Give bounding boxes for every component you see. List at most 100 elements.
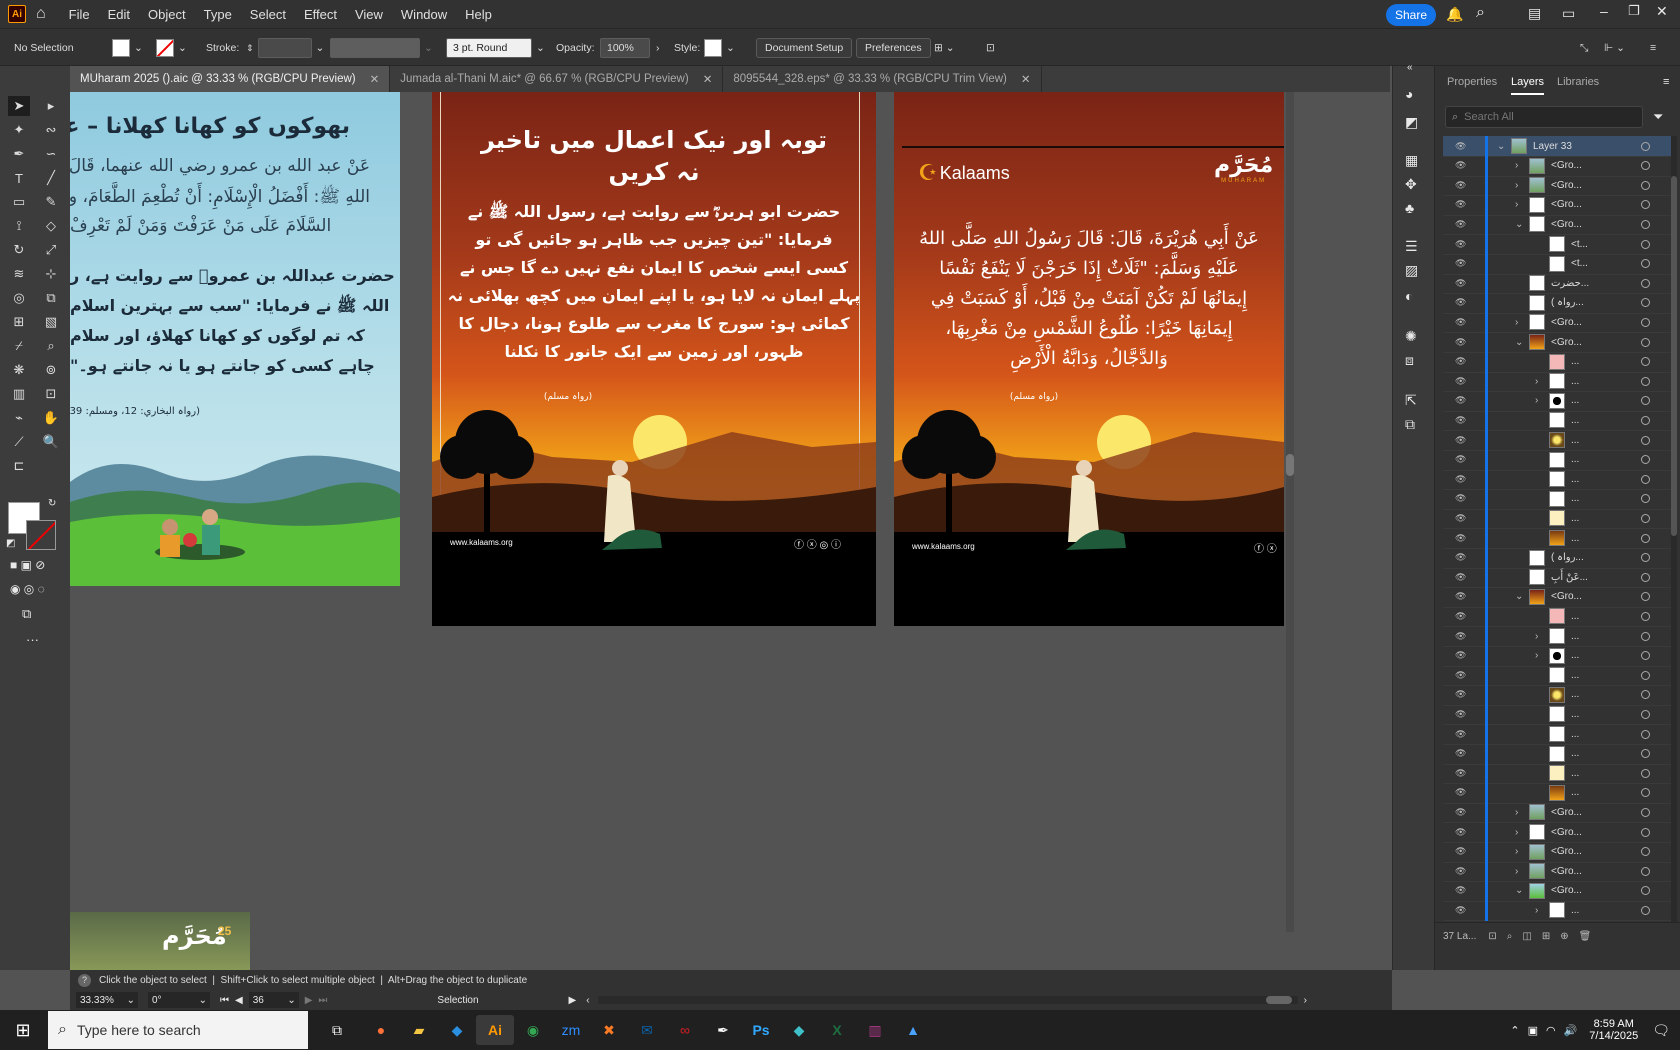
layer-row[interactable]: 👁 › <Gro...: [1443, 312, 1673, 334]
graph-tool-icon[interactable]: ▥: [8, 384, 30, 404]
xampp-icon[interactable]: ✖: [590, 1015, 628, 1045]
visibility-eye-icon[interactable]: 👁: [1455, 748, 1466, 759]
layer-row[interactable]: 👁 ›...: [1443, 390, 1673, 412]
visibility-eye-icon[interactable]: 👁: [1455, 297, 1466, 308]
photos-icon[interactable]: ▲: [894, 1015, 932, 1045]
visibility-eye-icon[interactable]: 👁: [1455, 807, 1466, 818]
layer-row[interactable]: 👁...: [1443, 665, 1673, 687]
rotate-tool-icon[interactable]: ↻: [8, 240, 30, 260]
photoshop-icon[interactable]: Ps: [742, 1015, 780, 1045]
tab-close-icon[interactable]: ✕: [703, 72, 713, 86]
layer-row[interactable]: 👁 <t...: [1443, 234, 1673, 255]
windows-start-icon[interactable]: ⊞: [4, 1015, 42, 1045]
filter-icon[interactable]: ⏷: [1653, 109, 1663, 125]
chevron-right-icon[interactable]: ›: [1515, 827, 1518, 838]
visibility-eye-icon[interactable]: 👁: [1455, 670, 1466, 681]
target-icon[interactable]: [1641, 200, 1650, 210]
chevron-down-icon[interactable]: ⌄: [1515, 591, 1523, 602]
stroke-panel-icon[interactable]: ☰: [1405, 238, 1418, 255]
layer-row[interactable]: 👁...: [1443, 743, 1673, 765]
target-icon[interactable]: [1641, 357, 1650, 367]
visibility-eye-icon[interactable]: 👁: [1455, 199, 1466, 210]
visibility-eye-icon[interactable]: 👁: [1455, 885, 1466, 896]
illustrator-taskbar-icon[interactable]: Ai: [476, 1015, 514, 1045]
paintbrush-tool-icon[interactable]: ✎: [40, 192, 62, 212]
target-icon[interactable]: [1641, 298, 1650, 308]
visibility-eye-icon[interactable]: 👁: [1455, 376, 1466, 387]
scroll-left-icon[interactable]: ‹: [586, 995, 589, 1006]
rotate-field[interactable]: 0° ⌄: [148, 992, 210, 1008]
chevron-right-icon[interactable]: ›: [1535, 376, 1538, 387]
visibility-eye-icon[interactable]: 👁: [1455, 533, 1466, 544]
more-tools-icon[interactable]: ···: [26, 632, 39, 647]
menu-view[interactable]: View: [346, 7, 392, 22]
layer-row[interactable]: 👁 ›...: [1443, 900, 1673, 922]
search-icon[interactable]: ⌕: [1476, 4, 1485, 22]
layer-row[interactable]: 👁 ⌄ <Gro...: [1443, 880, 1673, 902]
layers-scrollbar[interactable]: [1671, 136, 1677, 922]
arrange-icon[interactable]: ▤: [1528, 5, 1541, 22]
layer-search-input[interactable]: [1464, 111, 1625, 123]
target-icon[interactable]: [1641, 141, 1650, 151]
target-icon[interactable]: [1641, 278, 1650, 288]
target-icon[interactable]: [1641, 709, 1650, 719]
appearance-icon[interactable]: ◕: [1405, 86, 1413, 102]
visibility-eye-icon[interactable]: 👁: [1455, 317, 1466, 328]
symbols-icon[interactable]: ♣: [1405, 200, 1414, 216]
visibility-eye-icon[interactable]: 👁: [1455, 337, 1466, 348]
layer-row[interactable]: 👁 حضرت...: [1443, 273, 1673, 295]
target-icon[interactable]: [1641, 219, 1650, 229]
layer-search[interactable]: ⌕: [1445, 106, 1643, 128]
slice-tool-icon[interactable]: ⌁: [8, 408, 30, 428]
selection-tool-icon[interactable]: ➤: [8, 96, 30, 116]
visibility-eye-icon[interactable]: 👁: [1455, 141, 1466, 152]
layer-row[interactable]: 👁...: [1443, 449, 1673, 471]
layer-row[interactable]: 👁 ⌄ <Gro...: [1443, 586, 1673, 608]
prev-artboard-icon[interactable]: ◀: [235, 995, 243, 1006]
tab-muharam-2025[interactable]: MUharam 2025 ().aic @ 33.33 % (RGB/CPU P…: [70, 66, 391, 92]
visibility-eye-icon[interactable]: 👁: [1455, 258, 1466, 269]
menu-edit[interactable]: Edit: [99, 7, 139, 22]
visibility-eye-icon[interactable]: 👁: [1455, 787, 1466, 798]
visibility-eye-icon[interactable]: 👁: [1455, 160, 1466, 171]
target-icon[interactable]: [1641, 415, 1650, 425]
target-icon[interactable]: [1641, 494, 1650, 504]
target-icon[interactable]: [1641, 592, 1650, 602]
default-colors-icon[interactable]: ◩: [6, 538, 15, 549]
layer-row[interactable]: 👁 ⌄ <Gro...: [1443, 332, 1673, 353]
artboard-feeding-hungry[interactable]: بھوکوں کو کھانا کھلانا – عظیم عَنْ عبد ا…: [70, 92, 400, 586]
target-icon[interactable]: [1641, 768, 1650, 778]
knife-tool-icon[interactable]: ⟋: [8, 432, 30, 452]
target-icon[interactable]: [1641, 396, 1650, 406]
target-icon[interactable]: [1641, 435, 1650, 445]
visibility-eye-icon[interactable]: 👁: [1455, 729, 1466, 740]
target-icon[interactable]: [1641, 474, 1650, 484]
visibility-eye-icon[interactable]: 👁: [1455, 239, 1466, 250]
chevron-down-icon[interactable]: ⌄: [1497, 141, 1505, 152]
target-icon[interactable]: [1641, 847, 1650, 857]
free-transform-tool-icon[interactable]: ⊹: [40, 264, 62, 284]
layer-row[interactable]: 👁 › <Gro...: [1443, 194, 1673, 216]
stroke-weight-stepper[interactable]: ⇕ ⌄: [246, 38, 324, 58]
vertical-scrollbar[interactable]: [1286, 92, 1294, 932]
layer-row[interactable]: 👁 ⌄ <Gro...: [1443, 214, 1673, 236]
restore-icon[interactable]: ❐: [1628, 3, 1640, 19]
print-tiling-tool-icon[interactable]: ⊏: [8, 456, 30, 476]
visibility-eye-icon[interactable]: 👁: [1455, 591, 1466, 602]
tab-layers[interactable]: Layers: [1511, 76, 1545, 95]
vscode-icon[interactable]: ◆: [438, 1015, 476, 1045]
chevron-right-icon[interactable]: ›: [1515, 846, 1518, 857]
tab-8095544-eps[interactable]: 8095544_328.eps* @ 33.33 % (RGB/CPU Trim…: [723, 66, 1042, 92]
visibility-eye-icon[interactable]: 👁: [1455, 611, 1466, 622]
target-icon[interactable]: [1641, 239, 1650, 249]
home-icon[interactable]: ⌂: [36, 5, 46, 23]
target-icon[interactable]: [1641, 161, 1650, 171]
layer-row[interactable]: 👁...: [1443, 488, 1673, 510]
swatches-icon[interactable]: ▦: [1405, 152, 1418, 169]
zoom-tool-icon[interactable]: 🔍: [40, 432, 62, 452]
menu-type[interactable]: Type: [195, 7, 241, 22]
artboard-arabic-hadith[interactable]: ☪ Kalaams مُحَرَّم MUHARAM عَنْ أَبِي هُر…: [894, 92, 1284, 626]
chevron-up-icon[interactable]: ⌃: [1510, 1024, 1519, 1037]
target-icon[interactable]: [1641, 886, 1650, 896]
artboard-muharam-25[interactable]: مُحَرَّم 25: [70, 912, 250, 970]
